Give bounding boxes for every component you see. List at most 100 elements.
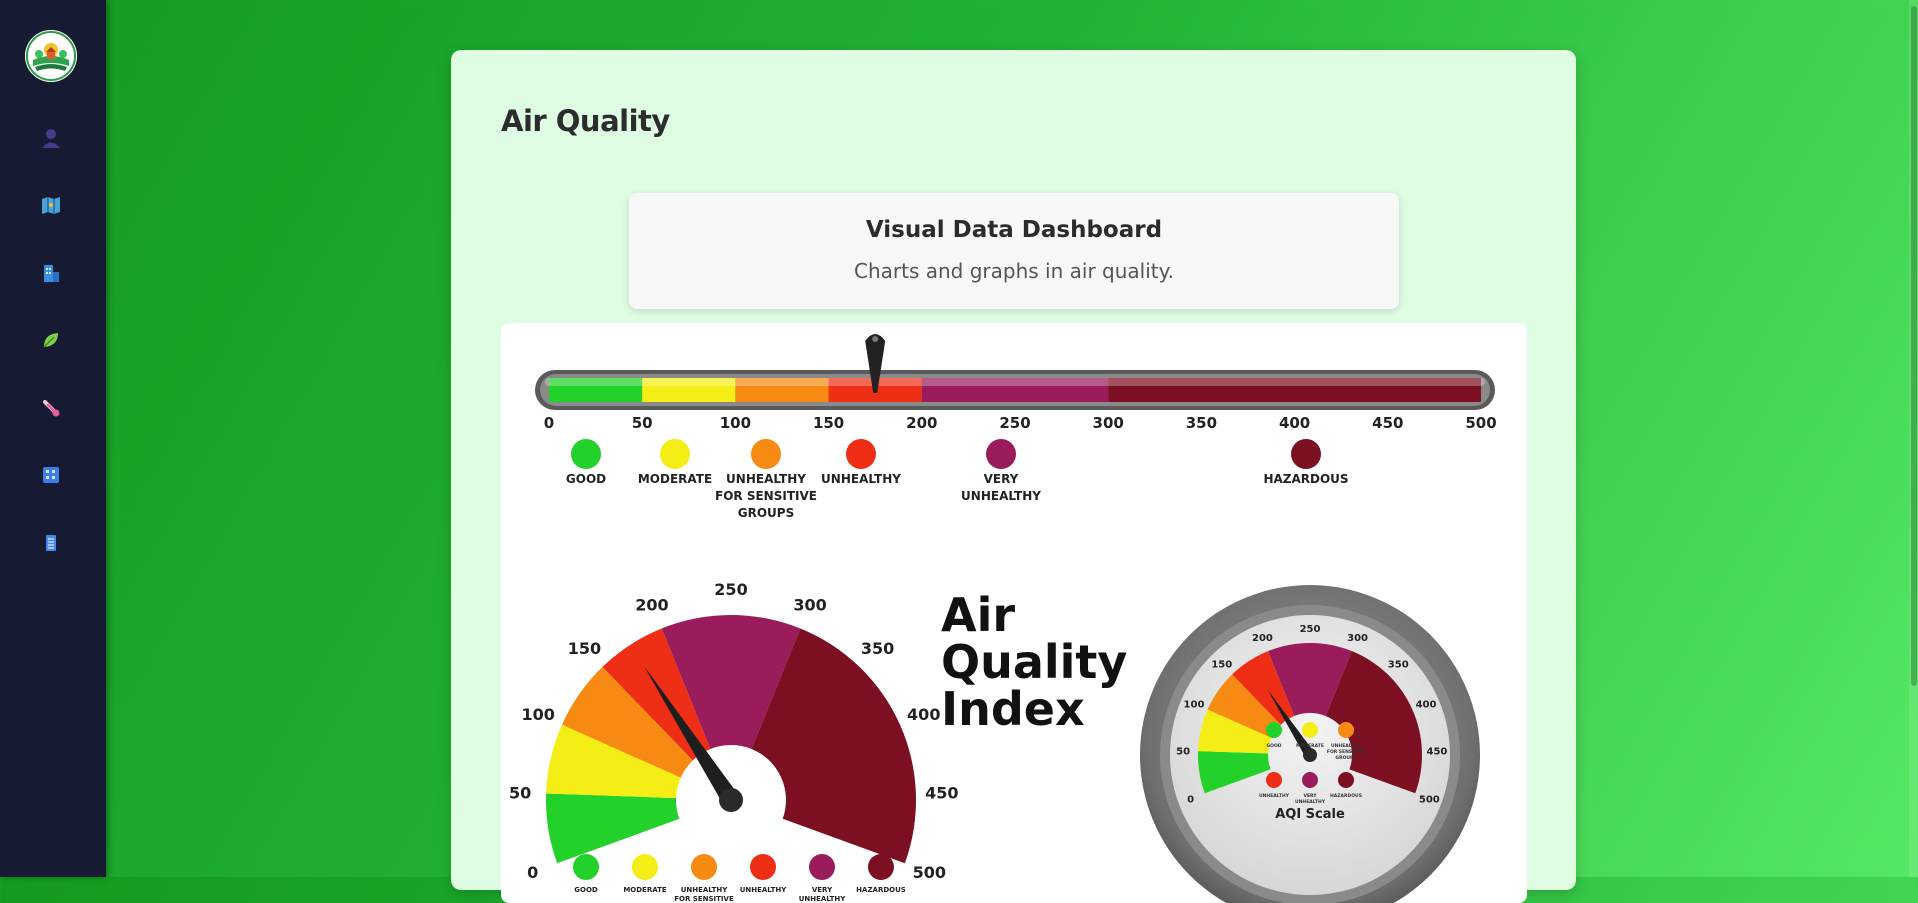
scale-tick-label: 300	[1093, 414, 1124, 432]
dial-legend-label: MODERATE	[1296, 743, 1324, 749]
dial-tick-label: 450	[1426, 747, 1447, 758]
legend-swatch	[1291, 439, 1321, 469]
dashboard-card-subtitle: Charts and graphs in air quality.	[854, 259, 1174, 283]
half-legend-swatch	[809, 854, 835, 880]
half-legend-label: GOOD	[574, 886, 598, 894]
half-gauge-tick-label: 150	[568, 639, 601, 658]
half-legend-label: HAZARDOUS	[856, 886, 906, 894]
scale-tick-label: 200	[906, 414, 937, 432]
dial-tick-label: 0	[1187, 794, 1194, 805]
leaf-icon[interactable]	[38, 327, 64, 353]
legend-label: GROUPS	[738, 506, 794, 520]
scale-pointer-cap	[872, 336, 879, 342]
dial-legend-label: FOR SENSITIVE	[1327, 749, 1365, 755]
scrollbar-thumb[interactable]	[1911, 6, 1917, 686]
half-legend-swatch	[632, 854, 658, 880]
visual-data-dashboard-card[interactable]: Visual Data Dashboard Charts and graphs …	[629, 193, 1399, 309]
air-quality-card: Air Quality Visual Data Dashboard Charts…	[451, 50, 1576, 903]
dial-tick-label: 50	[1176, 747, 1190, 758]
half-gauge-needle-hub	[719, 788, 743, 812]
legend-swatch	[571, 439, 601, 469]
half-gauge-tick-label: 300	[793, 595, 826, 614]
legend-swatch	[846, 439, 876, 469]
legend-swatch	[986, 439, 1016, 469]
half-legend-label: UNHEALTHY	[740, 886, 788, 894]
half-legend-swatch	[868, 854, 894, 880]
dial-tick-label: 150	[1211, 660, 1232, 671]
scale-tick-label: 450	[1372, 414, 1403, 432]
legend-label: GOOD	[566, 472, 606, 486]
legend-label: UNHEALTHY	[961, 489, 1041, 503]
dial-legend-label: UNHEALTHY	[1295, 799, 1326, 805]
sidebar	[0, 0, 106, 877]
dial-tick-label: 500	[1419, 794, 1440, 805]
scale-tick-label: 500	[1465, 414, 1496, 432]
dial-tick-label: 400	[1416, 699, 1437, 710]
half-gauge-tick-label: 400	[907, 705, 940, 724]
aqi-infographic-image: 0 50 100 150 200 250 300 350 400 450 500 GOOD MODER…	[501, 323, 1527, 903]
half-legend-label: FOR SENSITIVE	[674, 895, 734, 903]
dial-needle-hub	[1303, 748, 1317, 762]
building-icon[interactable]	[38, 260, 64, 286]
list-icon[interactable]	[38, 530, 64, 556]
half-gauge-tick-label: 0	[527, 863, 538, 882]
user-icon[interactable]	[38, 125, 64, 151]
dial-tick-label: 250	[1300, 624, 1321, 635]
scale-tick-label: 0	[544, 414, 554, 432]
half-legend-swatch	[573, 854, 599, 880]
half-gauge-tick-label: 100	[522, 705, 555, 724]
half-legend-label: VERY	[812, 886, 833, 894]
dial-tick-label: 200	[1252, 633, 1273, 644]
aqi-dial-caption: AQI Scale	[1275, 807, 1345, 822]
dial-legend-label: UNHEALTHY	[1259, 793, 1290, 799]
half-legend-label: UNHEALTHY	[799, 895, 847, 903]
half-gauge-tick-label: 50	[509, 784, 531, 803]
half-gauge-tick-label: 450	[925, 784, 958, 803]
half-legend-swatch	[691, 854, 717, 880]
dial-legend-label: GOOD	[1266, 743, 1281, 749]
scale-tick-label: 350	[1186, 414, 1217, 432]
half-legend-swatch	[750, 854, 776, 880]
aqi-title-line-3: Index	[941, 682, 1085, 736]
half-gauge-tick-label: 200	[635, 595, 668, 614]
aqi-dial-gauge: 0 50 100 150 200 250 300 350 400 450 500 GOOD MODERA…	[1140, 585, 1480, 903]
legend-label: UNHEALTHY	[726, 472, 806, 486]
scale-tick-label: 100	[720, 414, 751, 432]
dial-tick-label: 350	[1388, 660, 1409, 671]
legend-swatch	[660, 439, 690, 469]
scale-tick-label: 150	[813, 414, 844, 432]
aqi-half-gauge-legend: GOODMODERATEUNHEALTHYFOR SENSITIVEGROUPS…	[573, 854, 906, 903]
half-gauge-band	[546, 793, 680, 864]
dial-legend-label: GROUPS	[1335, 755, 1356, 761]
map-icon[interactable]	[38, 192, 64, 218]
aqi-category-legend: GOOD MODERATE UNHEALTHY FOR SENSITIVE GROUPS…	[566, 439, 1349, 520]
legend-label: VERY	[984, 472, 1019, 486]
scale-tick-label: 50	[632, 414, 653, 432]
dial-legend-swatch	[1266, 722, 1282, 738]
dial-legend-swatch	[1338, 772, 1354, 788]
aqi-scale-bar	[535, 370, 1495, 410]
half-gauge-tick-label: 250	[714, 580, 747, 599]
legend-label: MODERATE	[638, 472, 712, 486]
half-gauge-tick-label: 350	[861, 639, 894, 658]
dashboard-card-title: Visual Data Dashboard	[865, 217, 1163, 243]
page-title: Air Quality	[501, 104, 670, 138]
thermometer-icon[interactable]	[38, 395, 64, 421]
aqi-title-line-1: Air	[941, 588, 1015, 642]
dial-legend-swatch	[1338, 722, 1354, 738]
city-grid-icon[interactable]	[38, 462, 64, 488]
dial-tick-label: 300	[1347, 633, 1368, 644]
legend-label: FOR SENSITIVE	[715, 489, 817, 503]
aqi-title-line-2: Quality	[941, 635, 1127, 689]
dial-tick-label: 100	[1184, 699, 1205, 710]
half-legend-label: UNHEALTHY	[681, 886, 729, 894]
page-scrollbar[interactable]	[1909, 0, 1918, 877]
dial-legend-label: VERY	[1303, 793, 1317, 799]
legend-swatch	[751, 439, 781, 469]
half-legend-label: MODERATE	[623, 886, 667, 894]
dial-legend-swatch	[1266, 772, 1282, 788]
dial-legend-label: HAZARDOUS	[1330, 793, 1362, 799]
community-garden-logo[interactable]	[25, 30, 77, 82]
legend-label: UNHEALTHY	[821, 472, 901, 486]
scale-tick-label: 250	[999, 414, 1030, 432]
